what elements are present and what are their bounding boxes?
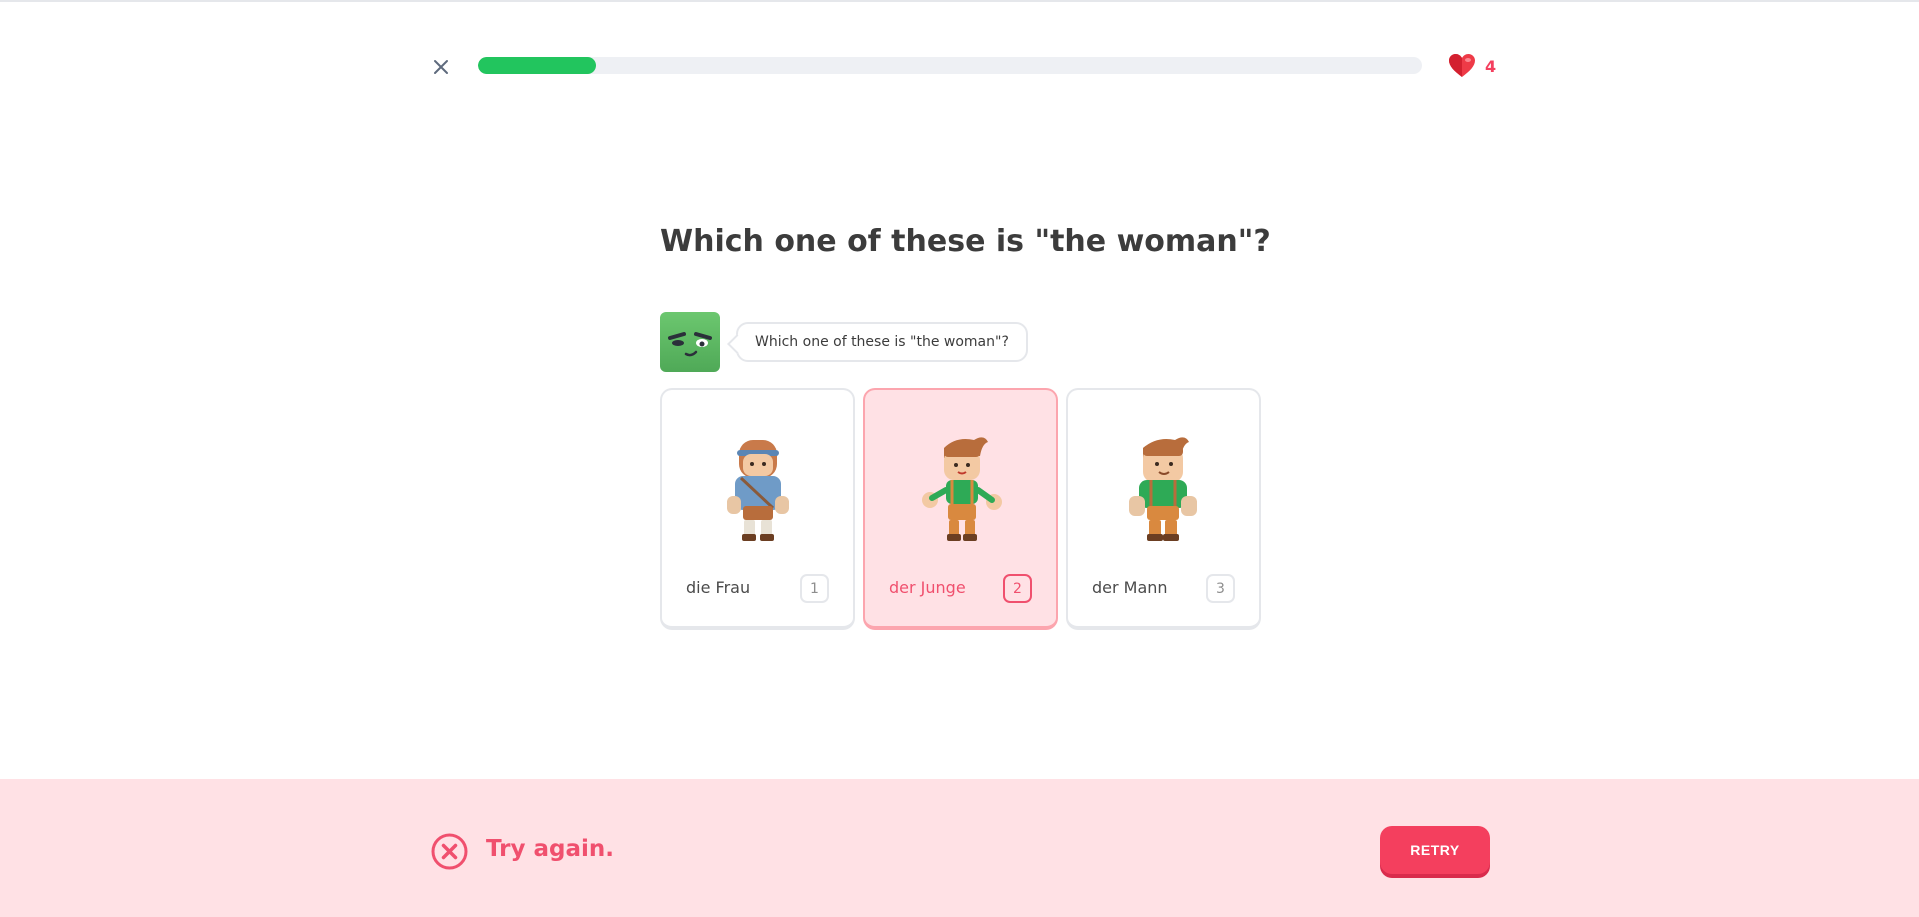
question-title: Which one of these is "the woman"? [660,224,1271,259]
option-label: der Junge [889,578,966,597]
close-button[interactable] [428,54,454,80]
close-icon [434,60,448,74]
feedback-message: Try again. [486,836,615,862]
lesson-progress-bar [478,57,1422,74]
hearts-count: 4 [1485,56,1497,76]
lesson-header: 4 [0,0,1919,130]
option-key-badge: 3 [1206,574,1235,603]
speech-bubble: Which one of these is "the woman"? [736,322,1028,362]
man-character-icon [1128,437,1197,541]
option-label: die Frau [686,578,751,597]
option-label: der Mann [1092,578,1168,597]
boy-character-icon [921,437,1002,541]
lesson-progress-fill [478,57,596,74]
option-card-die-frau[interactable]: die Frau 1 [660,388,855,630]
x-circle-icon [431,833,468,870]
hearts-counter: 4 [1448,52,1496,80]
mascot-face-icon [668,332,712,357]
retry-button[interactable]: RETRY [1380,826,1490,874]
option-card-der-mann[interactable]: der Mann 3 [1066,388,1261,630]
option-key-badge: 2 [1003,574,1032,603]
mascot-avatar [660,312,720,372]
option-card-der-junge[interactable]: der Junge 2 [863,388,1058,630]
heart-icon [1449,54,1475,77]
woman-character-icon [726,440,789,541]
feedback-footer [0,779,1919,917]
option-key-badge: 1 [800,574,829,603]
